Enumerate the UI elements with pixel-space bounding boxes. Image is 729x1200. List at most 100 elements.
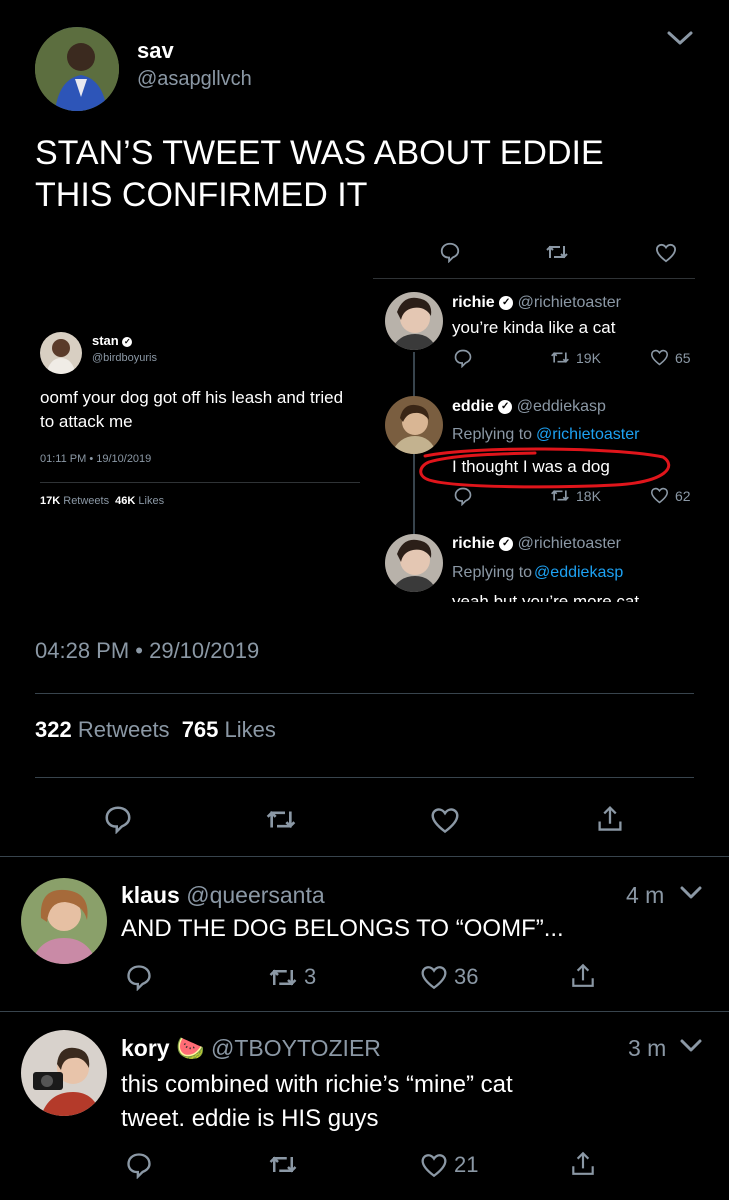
- embedded-stats: 17K Retweets 46K Likes: [40, 495, 164, 507]
- reply-icon: [439, 241, 461, 263]
- avatar: [40, 332, 82, 374]
- replying-to: Replying to @eddiekasp: [452, 564, 623, 582]
- watermelon-emoji: 🍉: [175, 1035, 205, 1061]
- reply-author-name[interactable]: klaus: [121, 882, 180, 908]
- thread-author-name: richie: [452, 294, 495, 311]
- thread-tweet-1-header: richie ✓ @richietoaster: [452, 294, 621, 312]
- author-name[interactable]: sav: [137, 38, 174, 64]
- chevron-down-icon[interactable]: [679, 1037, 703, 1055]
- embedded-author-handle: @birdboyuris: [92, 352, 157, 364]
- reply-header: kory 🍉 @TBOYTOZIER: [121, 1035, 381, 1062]
- divider: [373, 278, 695, 279]
- reply-time[interactable]: 4 m: [626, 882, 664, 909]
- avatar: [385, 534, 443, 592]
- retweets-label[interactable]: Retweets: [78, 717, 170, 742]
- retweet-icon[interactable]: [265, 806, 297, 833]
- retweet-icon[interactable]: [268, 965, 298, 990]
- like-count: 36: [454, 964, 479, 989]
- replying-to: Replying to @richietoaster: [452, 426, 639, 444]
- author-handle[interactable]: @asapgllvch: [137, 68, 252, 91]
- share-icon[interactable]: [570, 961, 596, 989]
- thread-tweet-text: yeah but you’re more cat: [452, 592, 640, 602]
- embedded-likes-count: 46K: [115, 495, 136, 507]
- retweet-icon[interactable]: [268, 1152, 298, 1177]
- reply-text: AND THE DOG BELONGS TO “OOMF”...: [121, 915, 564, 942]
- chevron-down-icon[interactable]: [666, 28, 694, 48]
- tweet-timestamp[interactable]: 04:28 PM • 29/10/2019: [35, 638, 259, 664]
- retweet-count: 18K: [576, 487, 601, 504]
- thread-author-name: richie: [452, 535, 495, 552]
- divider: [0, 1011, 729, 1012]
- thread-tweet-2-header: eddie ✓ @eddiekasp: [452, 398, 606, 416]
- likes-count[interactable]: 765: [182, 717, 219, 742]
- embedded-screenshot[interactable]: stan ✓ @birdboyuris oomf your dog got of…: [35, 228, 695, 608]
- reply-text-line-1: this combined with richie’s “mine” cat: [121, 1071, 513, 1098]
- avatar[interactable]: [21, 1030, 107, 1116]
- replying-handle-link[interactable]: @eddiekasp: [534, 564, 623, 581]
- thread-author-handle: @richietoaster: [517, 294, 621, 311]
- reply-time[interactable]: 3 m: [628, 1035, 666, 1062]
- thread-tweet-text: you’re kinda like a cat: [452, 318, 616, 337]
- like-stat[interactable]: 36: [420, 964, 478, 990]
- share-icon[interactable]: [596, 803, 624, 833]
- thread-author-handle: @richietoaster: [517, 535, 621, 552]
- avatar: [385, 292, 443, 350]
- reply-icon[interactable]: [103, 804, 133, 834]
- reply-author-handle[interactable]: @TBOYTOZIER: [211, 1035, 381, 1061]
- tweet-text-line-2: THIS CONFIRMED IT: [35, 176, 368, 214]
- embedded-timestamp: 01:11 PM • 19/10/2019: [40, 453, 152, 465]
- tweet-text: STAN’S TWEET WAS ABOUT EDDIE THIS CONFIR…: [35, 132, 604, 216]
- divider: [35, 693, 694, 694]
- reply-icon: [453, 486, 473, 506]
- retweet-stat: 19K: [550, 349, 601, 366]
- divider: [35, 777, 694, 778]
- like-count: 65: [675, 349, 691, 366]
- share-icon[interactable]: [570, 1149, 596, 1177]
- reply-icon: [453, 348, 473, 368]
- red-highlight-circle: [419, 447, 671, 489]
- retweet-icon: [545, 242, 569, 262]
- reply-header: klaus @queersanta: [121, 882, 325, 909]
- like-icon[interactable]: [430, 807, 460, 834]
- like-icon: [650, 349, 669, 366]
- retweet-icon: [550, 487, 570, 504]
- replying-prefix: Replying to: [452, 426, 533, 443]
- like-icon[interactable]: [420, 965, 448, 990]
- verified-icon: ✓: [499, 536, 514, 551]
- like-stat: 62: [650, 487, 691, 504]
- likes-label[interactable]: Likes: [225, 717, 276, 742]
- embedded-retweets-count: 17K: [40, 495, 61, 507]
- like-stat[interactable]: 21: [420, 1152, 478, 1178]
- reply-author-name[interactable]: kory: [121, 1035, 170, 1061]
- divider: [0, 856, 729, 857]
- chevron-down-icon[interactable]: [679, 884, 703, 902]
- like-icon: [650, 487, 669, 504]
- retweets-count[interactable]: 322: [35, 717, 72, 742]
- divider: [40, 482, 360, 483]
- engagement-stats: 322 Retweets 765 Likes: [35, 717, 276, 743]
- embedded-author: stan ✓: [92, 333, 133, 348]
- thread-tweet-text-cutoff: yeah but you’re more cat: [452, 592, 702, 602]
- retweet-stat[interactable]: 3: [268, 964, 316, 990]
- like-icon: [655, 243, 677, 263]
- reply-icon[interactable]: [125, 1151, 153, 1179]
- avatar[interactable]: [35, 27, 119, 111]
- thread-author-name: eddie: [452, 398, 494, 415]
- retweet-icon: [550, 349, 570, 366]
- embedded-retweets-label: Retweets: [63, 495, 110, 507]
- thread-tweet-3-header: richie ✓ @richietoaster: [452, 535, 621, 553]
- like-icon[interactable]: [420, 1153, 448, 1178]
- avatar[interactable]: [21, 878, 107, 964]
- embedded-likes-label: Likes: [138, 495, 165, 507]
- replying-handle-link[interactable]: @richietoaster: [536, 426, 639, 443]
- tweet-text-line-1: STAN’S TWEET WAS ABOUT EDDIE: [35, 134, 604, 172]
- reply-icon[interactable]: [125, 963, 153, 991]
- retweet-stat: 18K: [550, 487, 601, 504]
- verified-icon: ✓: [498, 399, 513, 414]
- replying-prefix: Replying to: [452, 564, 533, 581]
- like-count: 21: [454, 1152, 479, 1177]
- retweet-count: 19K: [576, 349, 601, 366]
- retweet-count: 3: [304, 964, 317, 989]
- reply-text-line-2: tweet. eddie is HIS guys: [121, 1105, 379, 1132]
- reply-author-handle[interactable]: @queersanta: [186, 882, 324, 908]
